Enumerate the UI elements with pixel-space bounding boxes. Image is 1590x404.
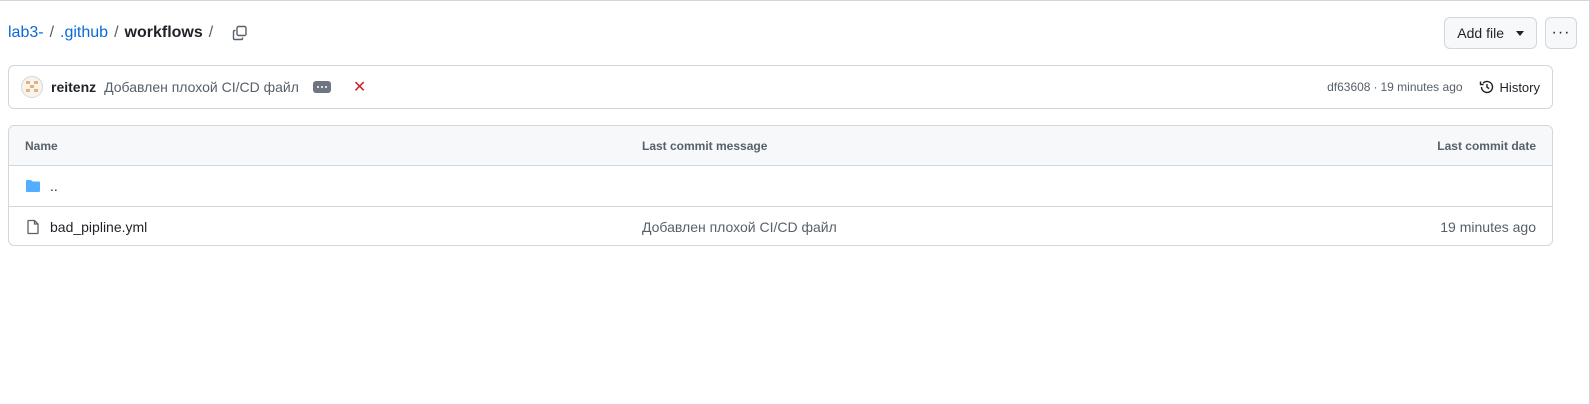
row-commit-date: 19 minutes ago (1440, 218, 1536, 235)
column-header-name: Name (25, 138, 58, 153)
commit-message[interactable]: Добавлен плохой CI/CD файл (104, 79, 299, 95)
add-file-label: Add file (1457, 25, 1504, 41)
add-file-button[interactable]: Add file (1444, 17, 1537, 49)
header: lab3- / .github / workflows / Add file ·… (8, 16, 1577, 50)
breadcrumb-github-link[interactable]: .github (60, 24, 108, 42)
table-row[interactable]: .. (9, 166, 1552, 206)
breadcrumb-separator: / (49, 24, 55, 41)
file-link[interactable]: bad_pipline.yml (50, 219, 147, 235)
kebab-horizontal-icon: ··· (1551, 24, 1571, 41)
copy-icon (233, 25, 247, 41)
file-icon (27, 219, 39, 234)
identicon-icon (26, 81, 38, 92)
page: lab3- / .github / workflows / Add file ·… (0, 0, 1590, 404)
copy-path-button[interactable] (229, 22, 251, 44)
file-table: Name Last commit message Last commit dat… (8, 125, 1553, 246)
table-header: Name Last commit message Last commit dat… (9, 126, 1552, 166)
dot-icon (324, 86, 327, 88)
commit-sha-link[interactable]: df63608 (1327, 80, 1370, 94)
column-header-message: Last commit message (642, 138, 768, 153)
parent-directory-link[interactable]: .. (50, 178, 58, 194)
row-name-cell: .. (25, 178, 642, 194)
dot-icon (320, 86, 323, 88)
latest-commit-bar: reitenz Добавлен плохой CI/CD файл ✕ df6… (8, 65, 1553, 109)
breadcrumb-repo-link[interactable]: lab3- (8, 24, 44, 42)
commit-author[interactable]: reitenz (51, 79, 96, 95)
header-actions: Add file ··· (1444, 17, 1577, 49)
history-button[interactable]: History (1479, 79, 1540, 95)
column-header-date: Last commit date (1437, 138, 1536, 153)
history-label: History (1499, 79, 1540, 95)
chevron-down-icon (1516, 30, 1524, 36)
commit-time: 19 minutes ago (1380, 80, 1463, 94)
avatar[interactable] (21, 76, 43, 98)
expand-commit-button[interactable] (312, 81, 331, 93)
meta-separator: · (1373, 80, 1378, 94)
failed-status-icon[interactable]: ✕ (353, 77, 366, 97)
table-row[interactable]: bad_pipline.yml Добавлен плохой CI/CD фа… (9, 206, 1552, 245)
breadcrumb: lab3- / .github / workflows / (8, 22, 251, 44)
history-icon (1479, 80, 1493, 94)
breadcrumb-separator: / (114, 24, 119, 41)
breadcrumb-current: workflows (124, 24, 203, 41)
breadcrumb-separator: / (208, 24, 214, 41)
folder-icon (26, 180, 40, 192)
row-name-cell: bad_pipline.yml (25, 219, 642, 235)
top-divider (0, 0, 1590, 1)
row-commit-message[interactable]: Добавлен плохой CI/CD файл (642, 219, 1440, 235)
more-options-button[interactable]: ··· (1545, 17, 1577, 49)
commit-meta: df63608 · 19 minutes ago (1327, 80, 1462, 94)
dot-icon (316, 86, 319, 88)
